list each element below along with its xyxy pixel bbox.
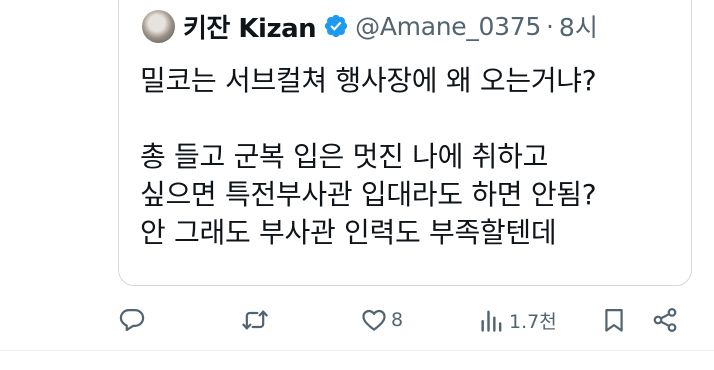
tweet-text-blank-line (140, 100, 680, 138)
bookmark-icon (605, 308, 623, 332)
quoted-tweet-header: 키잔 Kizan @Amane_0375 · 8시 (142, 6, 598, 46)
share-icon (653, 308, 677, 332)
bookmark-button[interactable] (600, 300, 628, 340)
views-icon (481, 310, 502, 332)
author-handle[interactable]: @Amane_0375 (355, 12, 541, 41)
tweet-text-line: 밀코는 서브컬쳐 행사장에 왜 오는거냐? (140, 64, 597, 97)
views-button[interactable]: 1.7천 (478, 300, 557, 340)
tweet-text-line: 싶으면 특전부사관 입대라도 하면 안됨? (140, 178, 597, 211)
quoted-tweet-text: 밀코는 서브컬쳐 행사장에 왜 오는거냐? 총 들고 군복 입은 멋진 나에 취… (140, 62, 680, 252)
separator-dot: · (545, 11, 554, 41)
repost-icon (242, 310, 268, 330)
reply-icon (119, 308, 145, 332)
like-button[interactable]: 8 (360, 300, 403, 340)
like-count: 8 (391, 309, 404, 331)
tweet-timestamp[interactable]: 8시 (559, 8, 598, 44)
repost-button[interactable] (241, 300, 272, 340)
heart-icon (362, 309, 386, 331)
tweet-text-line: 총 들고 군복 입은 멋진 나에 취하고 (140, 140, 549, 173)
share-button[interactable] (651, 300, 679, 340)
author-display-name[interactable]: 키잔 Kizan (183, 8, 317, 45)
tweet-action-bar: 8 1.7천 (0, 300, 714, 340)
verified-badge-icon (325, 14, 348, 38)
views-count: 1.7천 (509, 310, 557, 333)
author-avatar[interactable] (142, 9, 175, 43)
divider (0, 350, 714, 351)
reply-button[interactable] (118, 300, 149, 340)
tweet-text-line: 안 그래도 부사관 인력도 부족할텐데 (140, 216, 557, 249)
